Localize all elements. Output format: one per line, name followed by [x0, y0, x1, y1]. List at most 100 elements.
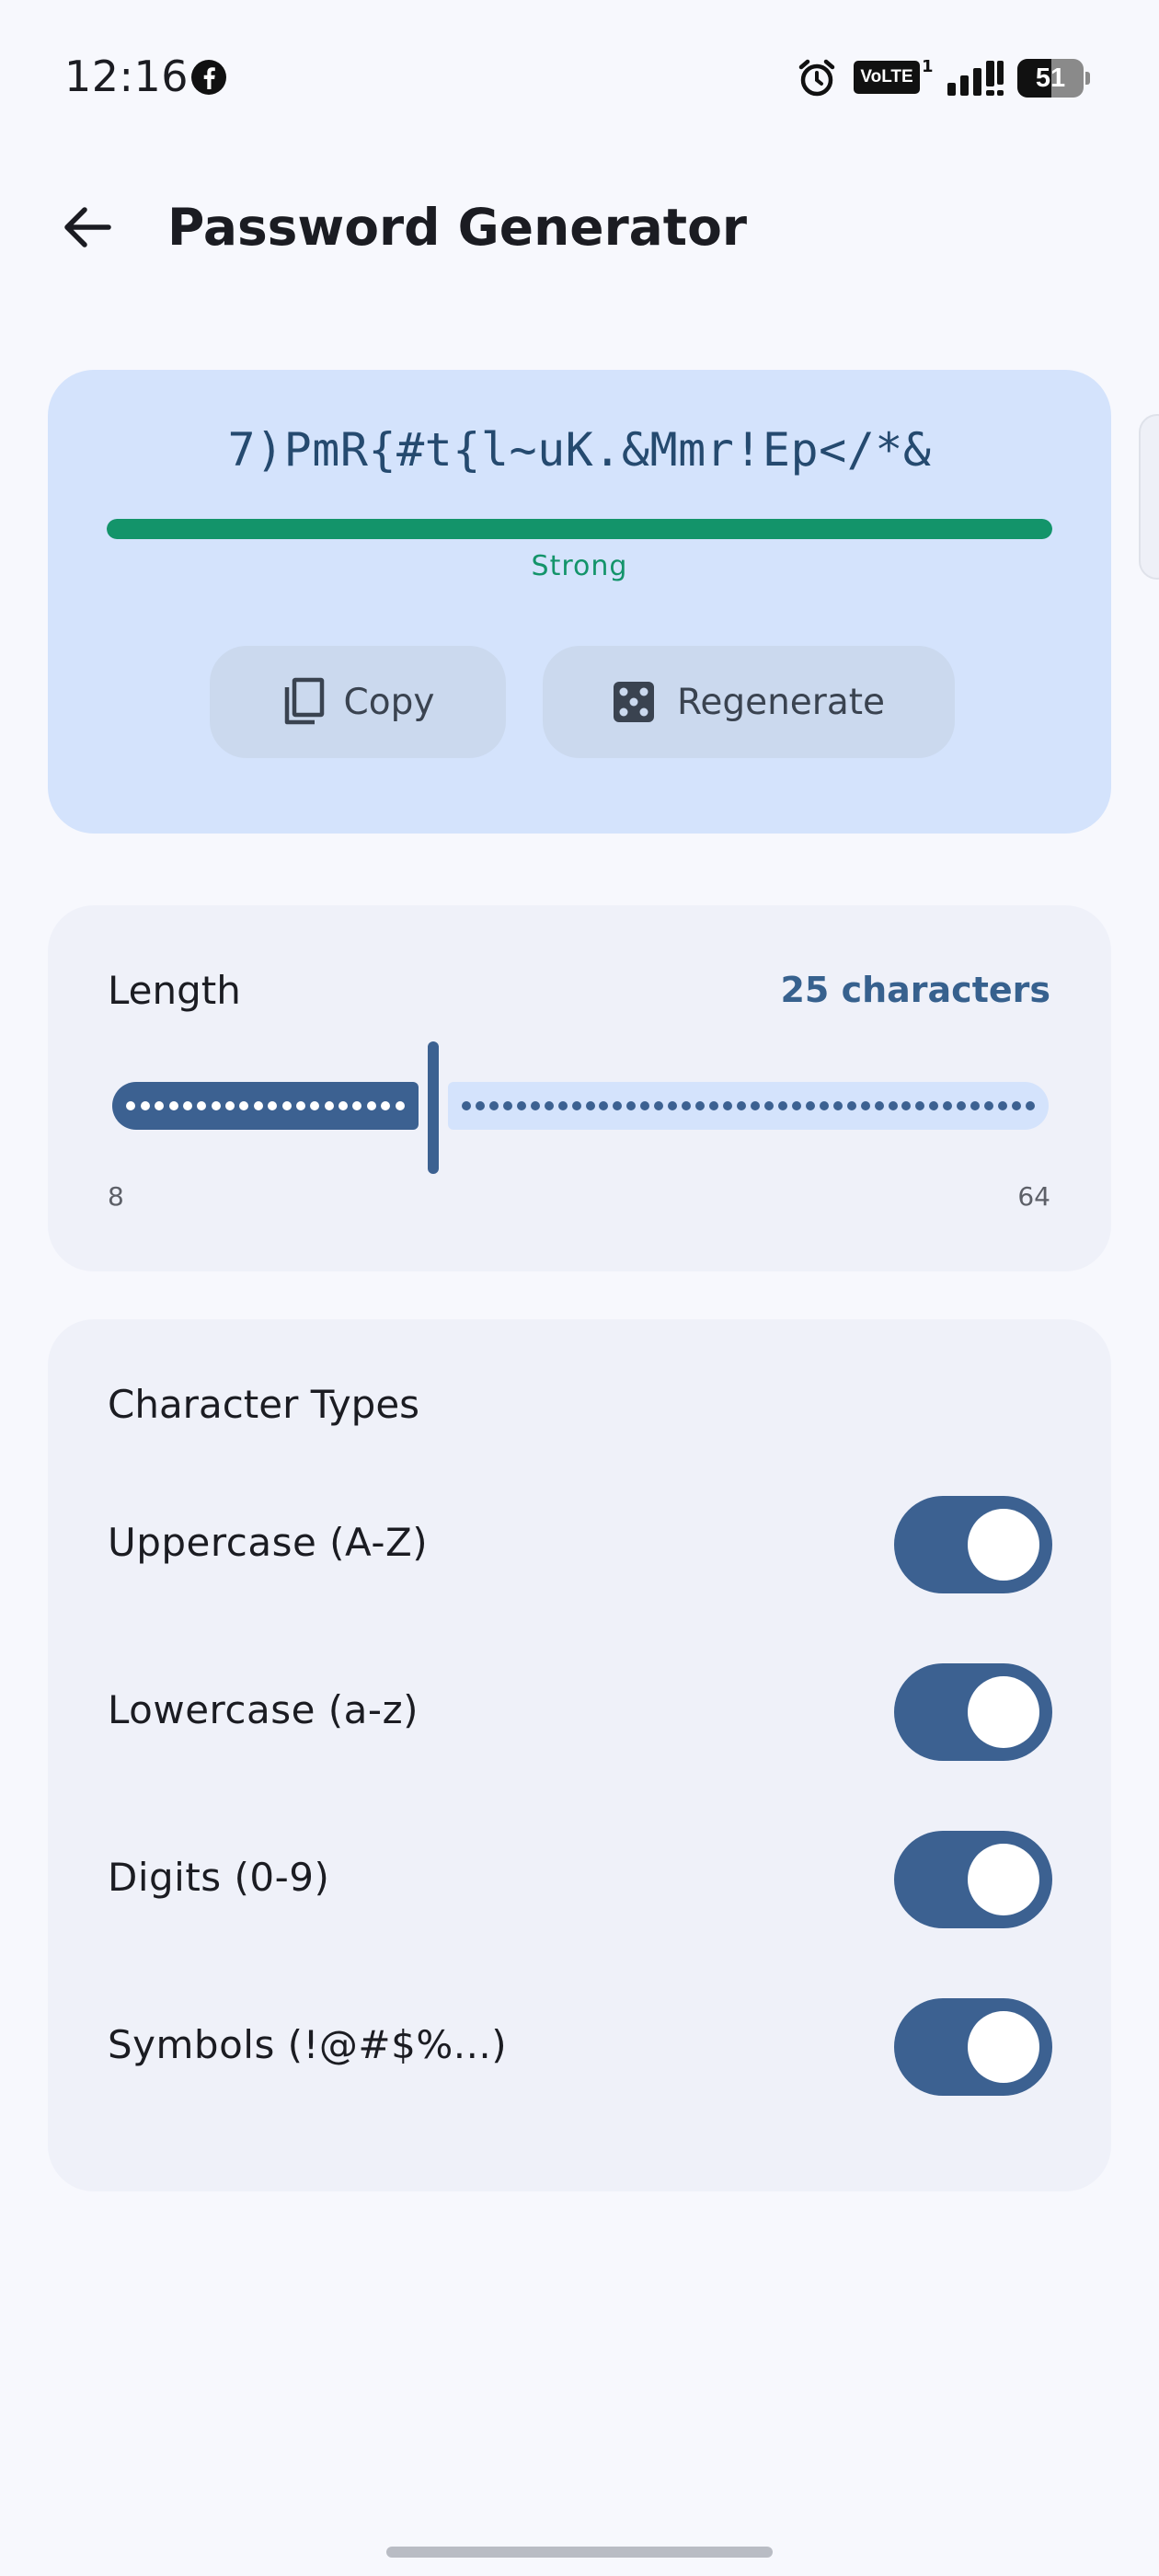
copy-button[interactable]: Copy [210, 646, 506, 758]
slider-handle[interactable] [428, 1041, 439, 1174]
digits-toggle[interactable] [894, 1831, 1052, 1928]
toggle-thumb [968, 1509, 1039, 1581]
slider-tick-mark [763, 1101, 774, 1110]
dice-icon [613, 682, 654, 722]
slider-tick-mark [268, 1101, 278, 1110]
slider-tick-mark [668, 1101, 678, 1110]
slider-tick-mark [211, 1101, 221, 1110]
slider-tick-mark [516, 1101, 526, 1110]
regenerate-button-label: Regenerate [676, 681, 886, 723]
digits-label: Digits (0-9) [108, 1855, 330, 1900]
battery-tip [1085, 72, 1090, 85]
slider-tick-mark [682, 1101, 692, 1110]
slider-tick-mark [640, 1101, 650, 1110]
slider-tick-mark [984, 1101, 994, 1110]
slider-tick-mark [998, 1101, 1008, 1110]
slider-tick-mark [197, 1101, 207, 1110]
regenerate-button[interactable]: Regenerate [543, 646, 955, 758]
slider-tick-mark [737, 1101, 747, 1110]
volte-badge: VoLTE [854, 61, 920, 94]
arrow-left-icon [64, 207, 111, 247]
slider-tick-mark [915, 1101, 925, 1110]
slider-tick-mark [791, 1101, 801, 1110]
slider-tick-mark [709, 1101, 719, 1110]
slider-tick-mark [901, 1101, 912, 1110]
type-row-symbols: Symbols (!@#$%...) [48, 1998, 1111, 2099]
type-row-lowercase: Lowercase (a-z) [48, 1663, 1111, 1765]
lowercase-label: Lowercase (a-z) [108, 1687, 419, 1732]
slider-tick-mark [352, 1101, 362, 1110]
copy-button-label: Copy [343, 681, 435, 723]
slider-tick-mark [943, 1101, 953, 1110]
slider-tick-mark [310, 1101, 320, 1110]
slider-tick-mark [819, 1101, 829, 1110]
slider-tick-mark [970, 1101, 981, 1110]
slider-tick-mark [530, 1101, 540, 1110]
home-indicator[interactable] [386, 2547, 773, 2558]
uppercase-toggle[interactable] [894, 1496, 1052, 1593]
facebook-icon [191, 60, 226, 95]
page-title: Password Generator [167, 198, 748, 257]
slider-tick-mark [182, 1101, 192, 1110]
slider-tick-mark [832, 1101, 843, 1110]
uppercase-label: Uppercase (A-Z) [108, 1520, 429, 1565]
toggle-thumb [968, 2011, 1039, 2083]
symbols-label: Symbols (!@#$%...) [108, 2022, 508, 2067]
length-title: Length [108, 968, 241, 1013]
slider-tick-mark [461, 1101, 471, 1110]
slider-tick-mark [805, 1101, 815, 1110]
slider-tick-mark [126, 1101, 136, 1110]
slider-tick-mark [366, 1101, 376, 1110]
status-time: 12:16 [64, 52, 189, 101]
alarm-icon [798, 59, 835, 97]
length-slider[interactable] [107, 1041, 1054, 1174]
slider-tick-mark [888, 1101, 898, 1110]
slider-tick-mark [846, 1101, 856, 1110]
slider-tick-mark [502, 1101, 512, 1110]
back-button[interactable] [48, 189, 125, 266]
slider-tick-mark [544, 1101, 554, 1110]
copy-icon [284, 677, 324, 725]
character-types-card: Character Types Uppercase (A-Z) Lowercas… [48, 1319, 1111, 2191]
battery-icon: 51 [1017, 59, 1090, 98]
slider-tick-mark [557, 1101, 568, 1110]
slider-tick-mark [654, 1101, 664, 1110]
slider-tick-mark [723, 1101, 733, 1110]
slider-min-label: 8 [108, 1181, 124, 1212]
slider-tick-mark [957, 1101, 967, 1110]
slider-tick-mark [475, 1101, 485, 1110]
slider-tick-mark [777, 1101, 787, 1110]
slider-tick-mark [281, 1101, 292, 1110]
slider-tick-mark [140, 1101, 150, 1110]
screen: 12:16 VoLTE 1 51 Password Generator 7)Pm… [0, 0, 1159, 2576]
slider-tick-mark [929, 1101, 939, 1110]
slider-active-track[interactable] [112, 1082, 419, 1130]
slider-tick-mark [339, 1101, 348, 1110]
strength-meter-fill [107, 519, 1052, 539]
slider-tick-mark [155, 1101, 165, 1110]
symbols-toggle[interactable] [894, 1998, 1052, 2096]
slider-tick-mark [585, 1101, 595, 1110]
slider-inactive-track[interactable] [448, 1082, 1049, 1130]
slider-tick-mark [695, 1101, 706, 1110]
slider-max-label: 64 [1017, 1181, 1050, 1212]
length-value: 25 characters [780, 970, 1050, 1010]
side-panel-handle[interactable] [1139, 414, 1159, 580]
slider-tick-mark [381, 1101, 391, 1110]
lowercase-toggle[interactable] [894, 1663, 1052, 1761]
battery-level: 51 [1035, 63, 1066, 93]
slider-tick-mark [239, 1101, 249, 1110]
password-card: 7)PmR{#t{l~uK.&Mmr!Ep</*& Strong Copy Re… [48, 370, 1111, 834]
slider-tick-mark [395, 1101, 405, 1110]
generated-password[interactable]: 7)PmR{#t{l~uK.&Mmr!Ep</*& [48, 423, 1111, 477]
slider-tick-mark [599, 1101, 609, 1110]
sim-indicator: 1 [922, 57, 934, 76]
character-types-title: Character Types [108, 1382, 420, 1427]
slider-tick-mark [613, 1101, 623, 1110]
slider-tick-mark [225, 1101, 235, 1110]
slider-tick-mark [253, 1101, 263, 1110]
length-card: Length 25 characters 8 64 [48, 905, 1111, 1271]
slider-tick-mark [295, 1101, 305, 1110]
slider-tick-mark [1026, 1101, 1036, 1110]
slider-tick-mark [488, 1101, 499, 1110]
